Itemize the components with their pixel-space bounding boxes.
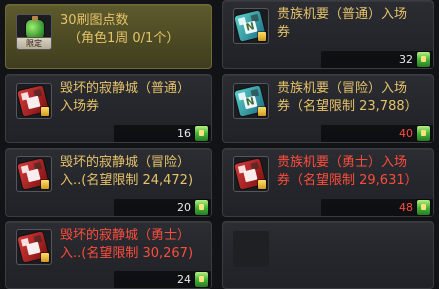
lock-icon — [41, 107, 49, 116]
lock-icon — [41, 180, 49, 189]
item-title-line1: 贵族机要（勇士）入场 — [277, 155, 408, 170]
item-title: 贵族机要（冒险）入场 券（名望限制 23,788） — [277, 80, 427, 116]
count-bar: 48 — [321, 199, 433, 216]
lock-icon — [258, 32, 266, 41]
item-slot[interactable] — [16, 156, 52, 192]
item-title-line2: 入..(名望限制 24,472) — [60, 173, 194, 188]
lock-icon — [258, 180, 266, 189]
item-title-line1: 贵族机要（普通）入场 — [277, 7, 408, 22]
item-title: 毁坏的寂静城（勇士） 入..(名望限制 30,267) — [60, 227, 205, 263]
item-title-line2: （角色1周 0/1个） — [68, 31, 180, 46]
count-bar: 24 — [114, 271, 211, 288]
item-card-silent-city-normal[interactable]: 毁坏的寂静城（普通） 入场券 16 — [5, 74, 212, 143]
item-card-silent-city-adventure[interactable]: 毁坏的寂静城（冒险） 入..(名望限制 24,472) 20 — [5, 148, 212, 217]
currency-icon — [417, 126, 430, 141]
item-card-noble-normal[interactable]: N 贵族机要（普通）入场 券 32 — [222, 0, 434, 69]
item-title-line1: 贵族机要（冒险）入场 — [277, 81, 408, 96]
item-card-silent-city-warrior[interactable]: 毁坏的寂静城（勇士） 入..(名望限制 30,267) 24 — [5, 221, 212, 289]
item-slot[interactable] — [16, 229, 52, 265]
lock-icon — [41, 253, 49, 262]
item-card-30-points[interactable]: 限定 30刷图点数 （角色1周 0/1个） — [5, 4, 212, 69]
count-bar: 32 — [321, 51, 433, 68]
item-count: 40 — [399, 127, 413, 140]
item-card-noble-adventure[interactable]: N 贵族机要（冒险）入场 券（名望限制 23,788） 40 — [222, 74, 434, 143]
item-count: 20 — [177, 201, 191, 214]
limited-badge: 限定 — [17, 37, 51, 49]
currency-icon — [417, 200, 430, 215]
currency-icon — [417, 52, 430, 67]
currency-icon — [195, 126, 208, 141]
item-title-line2: 入场券 — [60, 99, 100, 114]
item-title-line2: 券（名望限制 23,788） — [277, 99, 418, 114]
item-title-line2: 入..(名望限制 30,267) — [60, 246, 194, 261]
currency-icon — [195, 200, 208, 215]
count-bar: 16 — [114, 125, 211, 142]
item-title: 30刷图点数 （角色1周 0/1个） — [60, 12, 205, 48]
item-title: 毁坏的寂静城（冒险） 入..(名望限制 24,472) — [60, 154, 205, 190]
item-card-noble-warrior[interactable]: 贵族机要（勇士）入场 券（名望限制 29,631） 48 — [222, 148, 434, 217]
item-title-line1: 30刷图点数 — [60, 13, 129, 28]
lock-icon — [258, 107, 266, 116]
item-title-line1: 毁坏的寂静城（冒险） — [60, 155, 191, 170]
count-bar: 40 — [321, 125, 433, 142]
item-count: 16 — [177, 127, 191, 140]
item-slot[interactable]: 限定 — [16, 14, 52, 50]
item-title: 毁坏的寂静城（普通） 入场券 — [60, 80, 205, 116]
item-title-line2: 券 — [277, 25, 291, 40]
item-slot[interactable]: N — [233, 83, 269, 119]
currency-icon — [195, 272, 208, 287]
item-count: 32 — [399, 53, 413, 66]
item-title-line1: 毁坏的寂静城（勇士） — [60, 228, 191, 243]
item-grid: 限定 30刷图点数 （角色1周 0/1个） N 贵族机要（普通）入场 券 32 — [0, 0, 439, 289]
item-title-line1: 毁坏的寂静城（普通） — [60, 81, 191, 96]
item-title-line2: 券（名望限制 29,631） — [277, 173, 418, 188]
item-count: 48 — [399, 201, 413, 214]
item-title: 贵族机要（普通）入场 券 — [277, 6, 427, 42]
item-count: 24 — [177, 273, 191, 286]
empty-item-slot — [233, 231, 269, 267]
item-slot[interactable] — [233, 156, 269, 192]
item-title: 贵族机要（勇士）入场 券（名望限制 29,631） — [277, 154, 427, 190]
item-slot[interactable]: N — [233, 8, 269, 44]
item-card-empty — [222, 221, 434, 289]
item-slot[interactable] — [16, 83, 52, 119]
count-bar: 20 — [114, 199, 211, 216]
